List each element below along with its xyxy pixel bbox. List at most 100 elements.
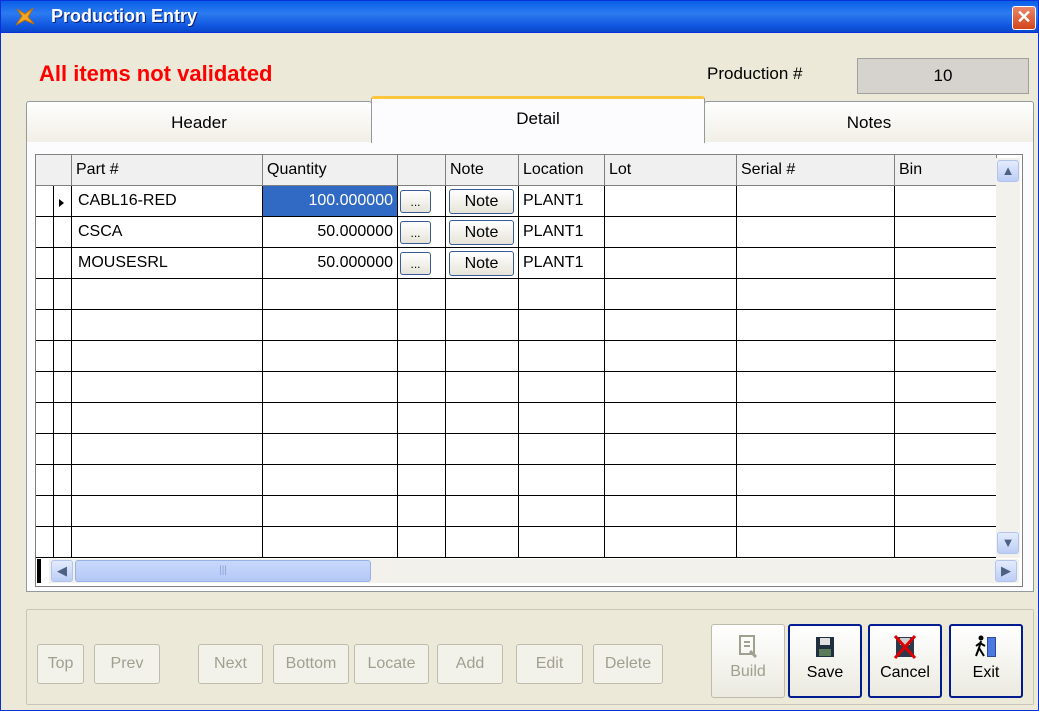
- cancel-button[interactable]: Cancel: [868, 624, 942, 698]
- empty-cell[interactable]: [36, 279, 54, 310]
- empty-cell[interactable]: [36, 527, 54, 558]
- next-button[interactable]: Next: [198, 644, 263, 684]
- empty-cell[interactable]: [446, 372, 519, 403]
- empty-cell[interactable]: [72, 279, 263, 310]
- empty-cell[interactable]: [737, 465, 895, 496]
- empty-cell[interactable]: [519, 496, 605, 527]
- empty-cell[interactable]: [263, 496, 398, 527]
- cell-quantity[interactable]: 100.000000: [263, 186, 398, 217]
- column-header-lot[interactable]: Lot: [605, 155, 737, 186]
- empty-cell[interactable]: [446, 465, 519, 496]
- horizontal-scrollbar[interactable]: ◀ ||| ▶: [49, 559, 1019, 583]
- ellipsis-button[interactable]: ...: [400, 252, 431, 275]
- cell-serial[interactable]: [737, 248, 895, 279]
- empty-cell[interactable]: [398, 403, 446, 434]
- close-button[interactable]: ✕: [1012, 6, 1036, 30]
- cell-part[interactable]: MOUSESRL: [72, 248, 263, 279]
- empty-cell[interactable]: [605, 527, 737, 558]
- empty-cell[interactable]: [72, 465, 263, 496]
- empty-cell[interactable]: [605, 372, 737, 403]
- column-header-serial[interactable]: Serial #: [737, 155, 895, 186]
- ellipsis-button[interactable]: ...: [400, 190, 431, 213]
- empty-cell[interactable]: [737, 341, 895, 372]
- empty-cell[interactable]: [54, 527, 72, 558]
- empty-cell[interactable]: [54, 341, 72, 372]
- empty-cell[interactable]: [519, 527, 605, 558]
- delete-button[interactable]: Delete: [593, 644, 663, 684]
- empty-cell[interactable]: [72, 496, 263, 527]
- empty-cell[interactable]: [36, 496, 54, 527]
- empty-cell[interactable]: [398, 279, 446, 310]
- empty-cell[interactable]: [737, 527, 895, 558]
- empty-cell[interactable]: [895, 434, 997, 465]
- empty-cell[interactable]: [54, 465, 72, 496]
- empty-cell[interactable]: [54, 434, 72, 465]
- empty-cell[interactable]: [398, 527, 446, 558]
- empty-cell[interactable]: [446, 527, 519, 558]
- empty-cell[interactable]: [895, 465, 997, 496]
- note-button[interactable]: Note: [449, 251, 514, 276]
- empty-cell[interactable]: [519, 310, 605, 341]
- empty-cell[interactable]: [398, 372, 446, 403]
- empty-cell[interactable]: [446, 310, 519, 341]
- tab-detail[interactable]: Detail: [371, 96, 705, 143]
- detail-grid[interactable]: Part # Quantity Note Location Lot Serial…: [35, 154, 1023, 587]
- empty-cell[interactable]: [605, 341, 737, 372]
- empty-cell[interactable]: [54, 310, 72, 341]
- title-bar[interactable]: Production Entry ✕: [1, 1, 1038, 33]
- empty-cell[interactable]: [398, 434, 446, 465]
- empty-cell[interactable]: [519, 279, 605, 310]
- empty-cell[interactable]: [263, 465, 398, 496]
- empty-cell[interactable]: [446, 434, 519, 465]
- empty-cell[interactable]: [519, 465, 605, 496]
- cell-serial[interactable]: [737, 217, 895, 248]
- cell-serial[interactable]: [737, 186, 895, 217]
- empty-cell[interactable]: [54, 279, 72, 310]
- empty-cell[interactable]: [737, 496, 895, 527]
- empty-cell[interactable]: [263, 434, 398, 465]
- empty-cell[interactable]: [519, 341, 605, 372]
- column-header-quantity[interactable]: Quantity: [263, 155, 398, 186]
- empty-cell[interactable]: [54, 496, 72, 527]
- cell-lot[interactable]: [605, 186, 737, 217]
- cell-part[interactable]: CSCA: [72, 217, 263, 248]
- empty-cell[interactable]: [605, 310, 737, 341]
- column-header-bin[interactable]: Bin: [895, 155, 997, 186]
- empty-cell[interactable]: [36, 341, 54, 372]
- cell-bin[interactable]: [895, 217, 997, 248]
- empty-cell[interactable]: [737, 372, 895, 403]
- column-header-part[interactable]: Part #: [72, 155, 263, 186]
- empty-cell[interactable]: [519, 434, 605, 465]
- build-button[interactable]: Build: [711, 624, 785, 698]
- top-button[interactable]: Top: [37, 644, 84, 684]
- empty-cell[interactable]: [446, 496, 519, 527]
- empty-cell[interactable]: [398, 341, 446, 372]
- cell-bin[interactable]: [895, 186, 997, 217]
- empty-cell[interactable]: [895, 372, 997, 403]
- note-button[interactable]: Note: [449, 189, 514, 214]
- cell-lot[interactable]: [605, 217, 737, 248]
- scroll-left-button[interactable]: ◀: [51, 560, 73, 582]
- prev-button[interactable]: Prev: [94, 644, 160, 684]
- cell-part[interactable]: CABL16-RED: [72, 186, 263, 217]
- empty-cell[interactable]: [605, 465, 737, 496]
- empty-cell[interactable]: [398, 310, 446, 341]
- tab-header[interactable]: Header: [26, 101, 372, 143]
- column-header-blank[interactable]: [398, 155, 446, 186]
- empty-cell[interactable]: [263, 279, 398, 310]
- empty-cell[interactable]: [895, 279, 997, 310]
- tab-notes[interactable]: Notes: [704, 101, 1034, 143]
- empty-cell[interactable]: [72, 403, 263, 434]
- empty-cell[interactable]: [737, 434, 895, 465]
- empty-cell[interactable]: [72, 527, 263, 558]
- empty-cell[interactable]: [605, 403, 737, 434]
- empty-cell[interactable]: [895, 496, 997, 527]
- empty-cell[interactable]: [54, 403, 72, 434]
- empty-cell[interactable]: [446, 279, 519, 310]
- empty-cell[interactable]: [895, 310, 997, 341]
- empty-cell[interactable]: [263, 403, 398, 434]
- note-button[interactable]: Note: [449, 220, 514, 245]
- empty-cell[interactable]: [446, 403, 519, 434]
- empty-cell[interactable]: [72, 341, 263, 372]
- cell-location[interactable]: PLANT1: [519, 186, 605, 217]
